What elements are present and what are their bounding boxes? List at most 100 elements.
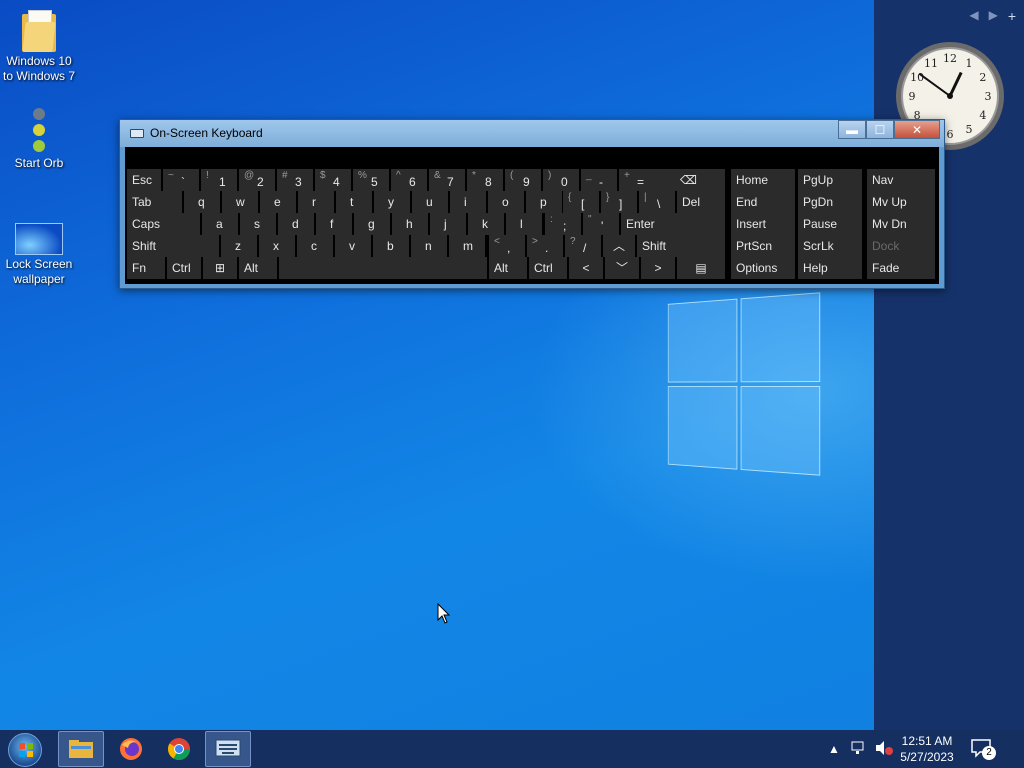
key-1[interactable]: ! 1 bbox=[201, 169, 237, 191]
key-menu[interactable]: ▤ bbox=[677, 257, 725, 279]
desktop-icon-start-orb[interactable]: Start Orb bbox=[0, 108, 78, 171]
key-arrow-right[interactable]: > bbox=[641, 257, 675, 279]
key-scrlk[interactable]: ScrLk bbox=[798, 235, 862, 257]
taskbar-chrome[interactable] bbox=[156, 731, 202, 767]
key-bracket-open[interactable]: {[ bbox=[563, 191, 599, 213]
taskbar-on-screen-keyboard[interactable] bbox=[205, 731, 251, 767]
key-dock[interactable]: Dock bbox=[867, 235, 935, 257]
taskbar-firefox[interactable] bbox=[108, 731, 154, 767]
key-backspace[interactable]: ⌫ bbox=[652, 169, 725, 191]
key-7[interactable]: & 7 bbox=[429, 169, 465, 191]
volume-muted-icon[interactable] bbox=[874, 740, 894, 759]
key-x[interactable]: x bbox=[259, 235, 295, 257]
taskbar-file-explorer[interactable] bbox=[58, 731, 104, 767]
system-clock[interactable]: 12:51 AM 5/27/2023 bbox=[900, 734, 954, 764]
desktop-icon-lock-screen-wallpaper[interactable]: Lock Screen wallpaper bbox=[0, 223, 78, 287]
key-insert[interactable]: Insert bbox=[731, 213, 795, 235]
sidebar-next-icon[interactable]: ▶ bbox=[989, 8, 998, 24]
key-semicolon[interactable]: :; bbox=[545, 213, 581, 235]
key-fn[interactable]: Fn bbox=[127, 257, 165, 279]
start-button[interactable] bbox=[8, 733, 42, 767]
key-h[interactable]: h bbox=[392, 213, 428, 235]
key-p[interactable]: p bbox=[526, 191, 562, 213]
key-u[interactable]: u bbox=[412, 191, 448, 213]
key-y[interactable]: y bbox=[374, 191, 410, 213]
key-nav[interactable]: Nav bbox=[867, 169, 935, 191]
key-pgdn[interactable]: PgDn bbox=[798, 191, 862, 213]
key-r[interactable]: r bbox=[298, 191, 334, 213]
key-fade[interactable]: Fade bbox=[867, 257, 935, 279]
key-options[interactable]: Options bbox=[731, 257, 795, 279]
key-j[interactable]: j bbox=[430, 213, 466, 235]
key-8[interactable]: * 8 bbox=[467, 169, 503, 191]
key-help[interactable]: Help bbox=[798, 257, 862, 279]
key-3[interactable]: #3 bbox=[277, 169, 313, 191]
key-9[interactable]: (9 bbox=[505, 169, 541, 191]
key-windows[interactable]: ⊞ bbox=[203, 257, 237, 279]
close-button[interactable]: ✕ bbox=[894, 120, 940, 139]
key-5[interactable]: % 5 bbox=[353, 169, 389, 191]
key-ctrl-left[interactable]: Ctrl bbox=[167, 257, 201, 279]
key-n[interactable]: n bbox=[411, 235, 447, 257]
osk-titlebar[interactable]: On-Screen Keyboard ▬ ☐ ✕ bbox=[120, 120, 944, 147]
key-k[interactable]: k bbox=[468, 213, 504, 235]
key-s[interactable]: s bbox=[240, 213, 276, 235]
key-space[interactable] bbox=[279, 257, 487, 279]
key-`[interactable]: ~ ` bbox=[163, 169, 199, 191]
key-pgup[interactable]: PgUp bbox=[798, 169, 862, 191]
key-b[interactable]: b bbox=[373, 235, 409, 257]
key-arrow-down[interactable]: ﹀ bbox=[605, 257, 639, 279]
key-t[interactable]: t bbox=[336, 191, 372, 213]
maximize-button[interactable]: ☐ bbox=[866, 120, 894, 139]
key-shift-right[interactable]: Shift bbox=[637, 235, 725, 257]
key--[interactable]: _ - bbox=[581, 169, 617, 191]
key-bracket-close[interactable]: }] bbox=[601, 191, 637, 213]
key-4[interactable]: $4 bbox=[315, 169, 351, 191]
key-comma[interactable]: <, bbox=[489, 235, 525, 257]
key-m[interactable]: m bbox=[449, 235, 485, 257]
action-center-button[interactable]: 2 bbox=[970, 738, 996, 763]
on-screen-keyboard-window[interactable]: On-Screen Keyboard ▬ ☐ ✕ Esc ⌫ Tab {[ }]… bbox=[119, 119, 945, 289]
key-=[interactable]: + = bbox=[619, 169, 655, 191]
key-esc[interactable]: Esc bbox=[127, 169, 161, 191]
key-v[interactable]: v bbox=[335, 235, 371, 257]
key-arrow-left[interactable]: < bbox=[569, 257, 603, 279]
key-6[interactable]: ^ 6 bbox=[391, 169, 427, 191]
key-z[interactable]: z bbox=[221, 235, 257, 257]
key-d[interactable]: d bbox=[278, 213, 314, 235]
key-shift-left[interactable]: Shift bbox=[127, 235, 219, 257]
key-a[interactable]: a bbox=[202, 213, 238, 235]
key-g[interactable]: g bbox=[354, 213, 390, 235]
sidebar-prev-icon[interactable]: ◀ bbox=[969, 8, 978, 24]
key-ctrl-right[interactable]: Ctrl bbox=[529, 257, 567, 279]
key-prtscn[interactable]: PrtScn bbox=[731, 235, 795, 257]
minimize-button[interactable]: ▬ bbox=[838, 120, 866, 139]
key-mv-up[interactable]: Mv Up bbox=[867, 191, 935, 213]
key-0[interactable]: ) 0 bbox=[543, 169, 579, 191]
key-e[interactable]: e bbox=[260, 191, 296, 213]
key-l[interactable]: l bbox=[506, 213, 542, 235]
key-o[interactable]: o bbox=[488, 191, 524, 213]
key-alt-left[interactable]: Alt bbox=[239, 257, 277, 279]
key-arrow-up[interactable]: ︿ bbox=[603, 235, 635, 257]
key-c[interactable]: c bbox=[297, 235, 333, 257]
key-del[interactable]: Del bbox=[677, 191, 725, 213]
key-pause[interactable]: Pause bbox=[798, 213, 862, 235]
key-quote[interactable]: " ' bbox=[583, 213, 619, 235]
key-home[interactable]: Home bbox=[731, 169, 795, 191]
key-f[interactable]: f bbox=[316, 213, 352, 235]
key-q[interactable]: q bbox=[184, 191, 220, 213]
show-hidden-icons-button[interactable]: ▲ bbox=[828, 742, 840, 756]
key-i[interactable]: i bbox=[450, 191, 486, 213]
desktop-icon-windows10-to-windows7[interactable]: Windows 10 to Windows 7 bbox=[0, 8, 78, 84]
network-icon[interactable] bbox=[850, 740, 868, 759]
key-period[interactable]: >. bbox=[527, 235, 563, 257]
sidebar-add-icon[interactable]: + bbox=[1008, 8, 1016, 24]
key-caps[interactable]: Caps bbox=[127, 213, 200, 235]
key-slash[interactable]: ? / bbox=[565, 235, 601, 257]
key-tab[interactable]: Tab bbox=[127, 191, 182, 213]
key-2[interactable]: @2 bbox=[239, 169, 275, 191]
key-backslash[interactable]: | \ bbox=[639, 191, 675, 213]
key-alt-right[interactable]: Alt bbox=[489, 257, 527, 279]
key-end[interactable]: End bbox=[731, 191, 795, 213]
